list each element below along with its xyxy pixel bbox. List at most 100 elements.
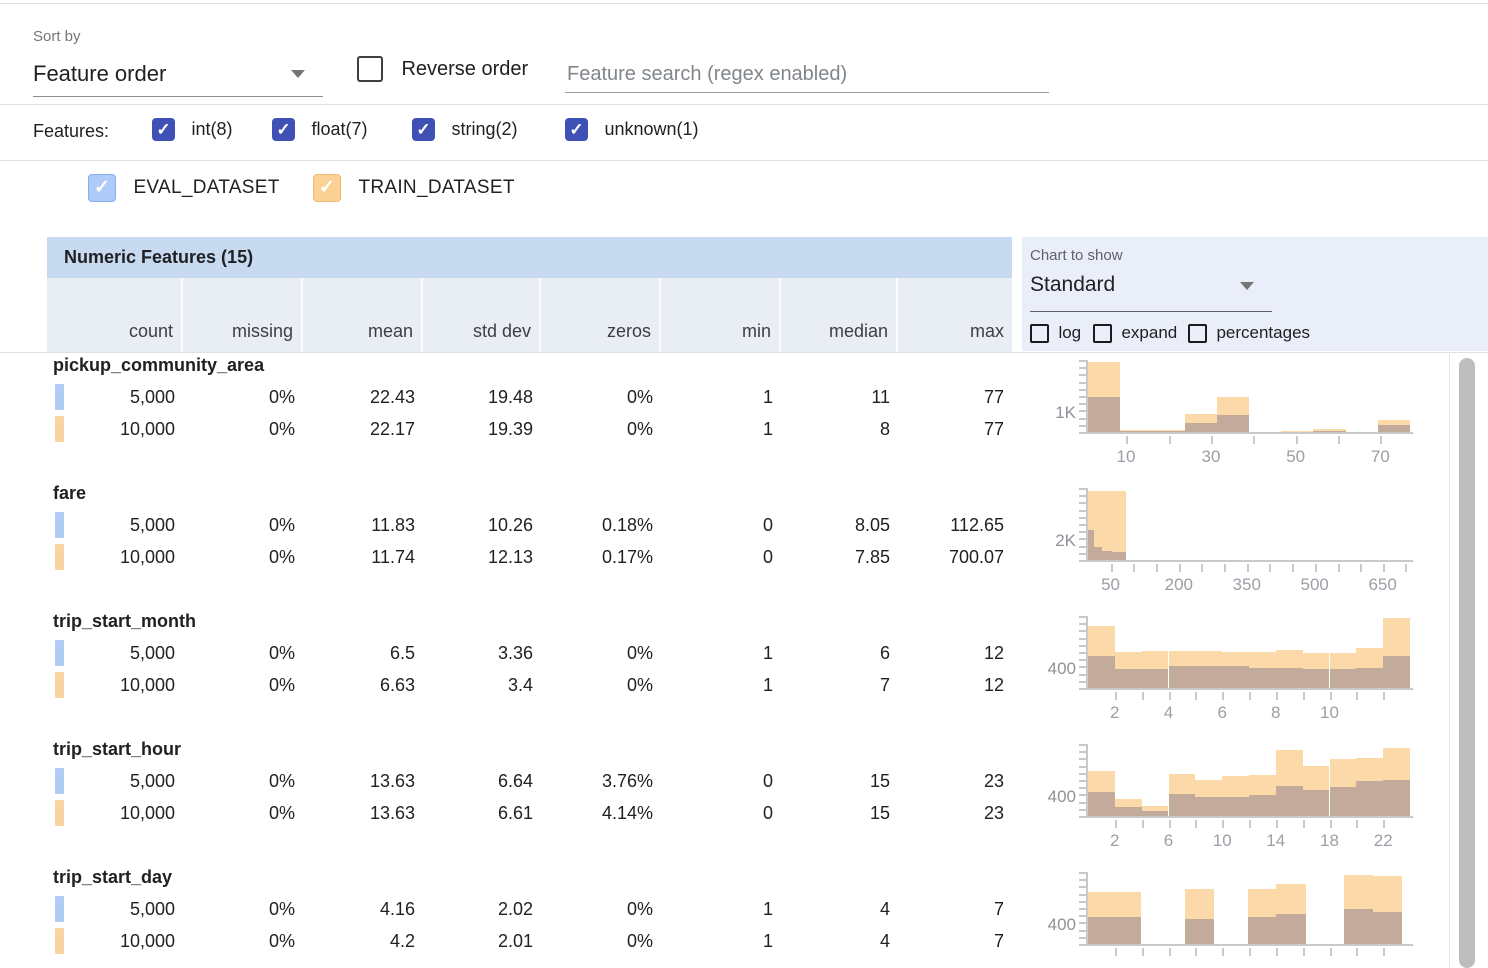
y-tick — [1079, 886, 1086, 888]
stat-cell: 11 — [781, 382, 898, 412]
y-tick — [1079, 751, 1086, 753]
eval-histogram-bar — [1248, 917, 1276, 944]
x-tick-label: 6 — [1192, 703, 1252, 723]
x-tick-label: 70 — [1350, 447, 1410, 467]
stat-cell: 1 — [661, 670, 781, 700]
reverse-order-checkbox[interactable] — [357, 56, 383, 82]
x-tick-label: 10 — [1192, 831, 1252, 851]
x-tick — [1156, 564, 1158, 572]
x-tick — [1115, 692, 1117, 700]
dropdown-underline — [33, 96, 323, 97]
x-tick — [1249, 692, 1251, 700]
chevron-down-icon — [291, 70, 305, 78]
x-axis-line — [1079, 944, 1413, 946]
dataset-row: 10,0000%4.22.010%147 — [47, 926, 1012, 956]
y-tick — [1079, 809, 1086, 811]
eval-histogram-bar — [1330, 787, 1357, 816]
y-tick — [1079, 652, 1086, 654]
train-histogram-bar — [1112, 491, 1126, 560]
stat-cell: 0% — [183, 382, 303, 412]
y-axis-label: 400 — [1030, 659, 1076, 679]
x-tick — [1126, 436, 1128, 444]
feature-search-input[interactable] — [565, 56, 1049, 93]
x-tick-label: 18 — [1300, 831, 1360, 851]
train-dataset-checkbox[interactable]: ✓ — [313, 174, 341, 202]
x-tick — [1222, 820, 1224, 828]
eval-histogram-bar — [1276, 786, 1303, 816]
vertical-scrollbar-thumb[interactable] — [1459, 358, 1475, 968]
eval-histogram-bar — [1303, 669, 1330, 688]
eval-histogram-bar — [1120, 431, 1152, 432]
y-tick — [1079, 367, 1086, 369]
x-tick — [1249, 820, 1251, 828]
eval-dataset-checkbox[interactable]: ✓ — [88, 174, 116, 202]
y-tick — [1079, 908, 1086, 910]
stat-cell: 10,000 — [47, 542, 183, 572]
stat-cell: 3.76% — [541, 766, 661, 796]
x-tick — [1276, 820, 1278, 828]
feature-group: pickup_community_area5,0000%22.4319.480%… — [47, 352, 1012, 480]
stat-cell: 6.64 — [423, 766, 541, 796]
stat-cell: 0 — [661, 510, 781, 540]
divider — [0, 104, 1488, 105]
dataset-row: 5,0000%6.53.360%1612 — [47, 638, 1012, 668]
percentages-label: percentages — [1216, 323, 1310, 342]
eval-histogram-bar — [1185, 423, 1217, 432]
feature-group: trip_start_month5,0000%6.53.360%161210,0… — [47, 608, 1012, 736]
filter-int: ✓ int(8) — [152, 118, 232, 144]
x-tick-label: 50 — [1266, 447, 1326, 467]
eval-histogram-bar — [1356, 781, 1383, 816]
percentages-checkbox[interactable] — [1188, 324, 1207, 343]
string-filter-checkbox[interactable]: ✓ — [412, 118, 435, 141]
eval-histogram-bar — [1088, 917, 1114, 944]
int-filter-checkbox[interactable]: ✓ — [152, 118, 175, 141]
stat-cell: 4 — [781, 926, 898, 956]
x-tick — [1303, 820, 1305, 828]
eval-histogram-bar — [1088, 792, 1115, 816]
float-filter-checkbox[interactable]: ✓ — [272, 118, 295, 141]
log-checkbox[interactable] — [1030, 324, 1049, 343]
stat-cell: 77 — [898, 382, 1012, 412]
eval-histogram-bar — [1195, 797, 1222, 816]
eval-histogram-bar — [1383, 656, 1410, 688]
stat-cell: 1 — [661, 638, 781, 668]
y-tick — [1079, 623, 1086, 625]
filter-label: float(7) — [311, 119, 367, 139]
filter-unknown: ✓ unknown(1) — [565, 118, 699, 144]
stat-cell: 0% — [183, 542, 303, 572]
stat-cell: 10,000 — [47, 670, 183, 700]
chart-to-show-dropdown[interactable]: Standard — [1030, 268, 1272, 310]
y-tick — [1079, 638, 1086, 640]
x-tick — [1142, 948, 1144, 956]
y-tick — [1079, 802, 1086, 804]
dataset-row: 10,0000%13.636.614.14%01523 — [47, 798, 1012, 828]
log-label: log — [1058, 323, 1081, 342]
x-tick — [1195, 692, 1197, 700]
y-tick — [1079, 495, 1086, 497]
y-axis-label: 1K — [1030, 403, 1076, 423]
check-icon: ✓ — [152, 118, 175, 141]
expand-checkbox[interactable] — [1093, 324, 1112, 343]
x-tick — [1356, 820, 1358, 828]
stat-cell: 0% — [541, 670, 661, 700]
divider — [0, 160, 1488, 161]
x-tick — [1222, 948, 1224, 956]
y-tick — [1079, 374, 1086, 376]
sort-by-dropdown[interactable]: Feature order — [33, 56, 323, 96]
stat-cell: 112.65 — [898, 510, 1012, 540]
train-histogram-bar — [1102, 491, 1112, 560]
y-tick — [1079, 681, 1086, 683]
y-tick — [1079, 879, 1086, 881]
stat-cell: 6 — [781, 638, 898, 668]
y-tick — [1079, 488, 1086, 490]
stat-cell: 6.61 — [423, 798, 541, 828]
y-axis-label: 400 — [1030, 787, 1076, 807]
stat-cell: 5,000 — [47, 766, 183, 796]
unknown-filter-checkbox[interactable]: ✓ — [565, 118, 588, 141]
stat-cell: 7.85 — [781, 542, 898, 572]
x-axis-line — [1079, 560, 1413, 562]
y-tick — [1079, 553, 1086, 555]
x-tick — [1142, 820, 1144, 828]
stat-cell: 0% — [541, 926, 661, 956]
stat-cell: 11.83 — [303, 510, 423, 540]
